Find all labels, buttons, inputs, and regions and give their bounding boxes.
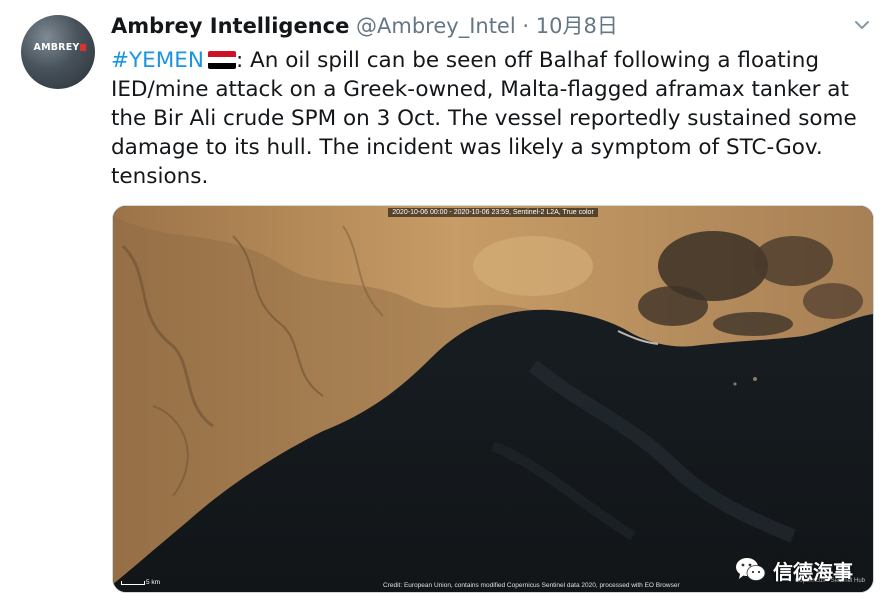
wechat-icon <box>736 558 766 581</box>
image-credit: Credit: European Union, contains modifie… <box>383 582 680 589</box>
image-caption: 2020-10-06 00:00 - 2020-10-06 23:59, Sen… <box>388 208 598 217</box>
hashtag-yemen[interactable]: #YEMEN <box>111 48 204 73</box>
separator-dot: · <box>522 14 530 38</box>
avatar[interactable]: AMBREY <box>21 15 95 89</box>
tweet-text: #YEMEN: An oil spill can be seen off Bal… <box>111 46 881 191</box>
watermark: 信德海事 <box>735 553 853 587</box>
watermark-text: 信德海事 <box>773 559 853 584</box>
scale-label: 5 km <box>146 579 161 586</box>
tweet-body: : An oil spill can be seen off Balhaf fo… <box>111 48 857 189</box>
satellite-image[interactable]: 2020-10-06 00:00 - 2020-10-06 23:59, Sen… <box>112 205 874 593</box>
yemen-flag-icon <box>207 51 236 69</box>
satellite-map <box>113 206 873 592</box>
avatar-logo: AMBREY <box>25 42 95 53</box>
tweet-header: Ambrey Intelligence @Ambrey_Intel · 10月8… <box>111 10 618 42</box>
chevron-down-icon[interactable] <box>851 14 873 36</box>
author-name[interactable]: Ambrey Intelligence <box>111 14 349 38</box>
author-handle[interactable]: @Ambrey_Intel <box>356 14 516 38</box>
tweet-date[interactable]: 10月8日 <box>536 14 618 38</box>
scale-bar <box>121 581 145 585</box>
